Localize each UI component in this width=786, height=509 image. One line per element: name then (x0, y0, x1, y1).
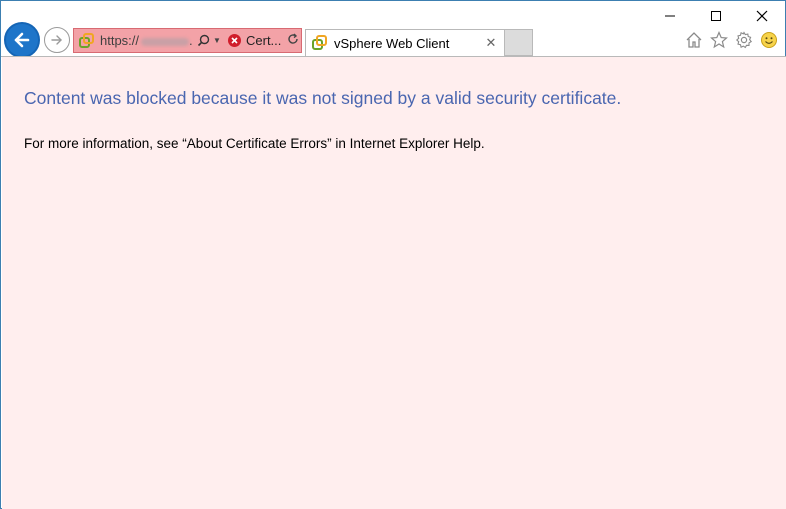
page-content: Content was blocked because it was not s… (2, 57, 786, 509)
window-controls (647, 1, 785, 31)
url-suffix: . (189, 33, 192, 48)
vsphere-favicon-icon (311, 34, 329, 52)
smiley-feedback-icon[interactable] (759, 30, 779, 50)
url-prefix: https:// (100, 33, 140, 48)
tab-vsphere-web-client[interactable]: vSphere Web Client ✕ (305, 29, 505, 56)
refresh-icon[interactable] (286, 33, 300, 48)
toolbar-icons (684, 30, 779, 50)
forward-arrow-icon (51, 35, 62, 45)
search-icon[interactable] (196, 34, 210, 48)
back-arrow-icon (14, 32, 30, 48)
vsphere-favicon-icon (78, 32, 96, 50)
maximize-button[interactable] (693, 1, 739, 31)
browser-window: https://. ▼ Cert... vSphere Web Client ✕ (0, 0, 786, 509)
favorites-star-icon[interactable] (709, 30, 729, 50)
back-button[interactable] (4, 22, 40, 58)
forward-button[interactable] (44, 27, 70, 53)
minimize-button[interactable] (647, 1, 693, 31)
url-redacted (141, 37, 190, 46)
home-icon[interactable] (684, 30, 704, 50)
address-bar[interactable]: https://. ▼ Cert... (73, 28, 302, 53)
tab-close-icon[interactable]: ✕ (483, 35, 499, 51)
dropdown-arrow-icon[interactable]: ▼ (212, 36, 222, 45)
settings-gear-icon[interactable] (734, 30, 754, 50)
certificate-error-icon[interactable] (228, 34, 241, 47)
new-tab-button[interactable] (505, 29, 533, 56)
close-button[interactable] (739, 1, 785, 31)
tab-title: vSphere Web Client (334, 35, 450, 51)
more-info-text: For more information, see “About Certifi… (24, 136, 485, 151)
certificate-error-label[interactable]: Cert... (246, 33, 281, 48)
blocked-content-headline: Content was blocked because it was not s… (24, 88, 622, 108)
url-text[interactable]: https://. (100, 33, 192, 48)
